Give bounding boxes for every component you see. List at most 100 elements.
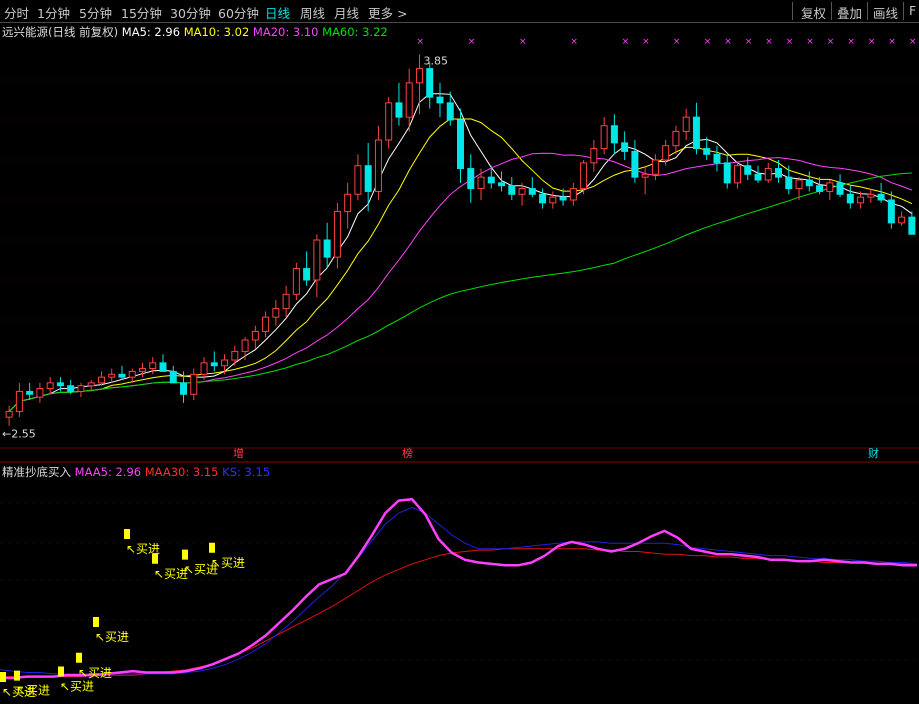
candle-body [723,162,731,184]
candle-body [282,293,290,310]
candle-body [816,185,824,192]
candle-body [415,68,423,84]
marker-glyph: × [909,37,917,47]
buy-signal-label: ↖买进 [78,666,112,680]
marker-glyph: × [724,37,732,47]
candle-body [221,359,229,367]
candle-body [200,362,208,375]
candle-body [149,362,157,370]
candle-body [764,168,772,181]
candle-body [621,142,629,152]
candle-body [580,162,588,190]
candle-body [775,168,783,178]
kline-chart[interactable]: × × × × × × × × × × × × × × × × × × 3.85 ←2.55 增榜财 ↖买进↖买进… [0,0,919,704]
event-marker: 财 [868,446,879,460]
marker-glyph: × [868,37,876,47]
candle-body [559,196,567,201]
price-labels: 3.85 ←2.55 [2,54,448,440]
candle-body [272,308,280,318]
top-markers: × × × × × × × × × × × × × × × × × × [416,37,916,47]
candle-body [826,182,834,192]
candle-body [703,148,711,155]
candle-body [128,370,136,378]
candle-body [508,185,516,195]
candle-body [374,139,382,192]
candle-body [344,193,352,212]
candle-body [436,96,444,104]
candle-body [857,196,865,204]
candle-body [46,382,54,390]
candle-body [354,165,362,195]
candle-body [159,362,167,372]
marker-glyph: × [806,37,814,47]
marker-glyph: × [570,37,578,47]
candle-body [498,182,506,187]
marker-glyph: × [468,37,476,47]
candle-body [118,373,126,378]
marker-glyph: × [847,37,855,47]
candle-body [190,373,198,395]
marker-glyph: × [786,37,794,47]
marker-glyph: × [642,37,650,47]
candle-body [67,385,75,392]
candle-body [846,193,854,204]
candle-body [877,193,885,201]
candle-body [210,362,218,367]
marker-glyph: × [416,37,424,47]
candle-body [528,188,536,195]
candle-body [5,410,13,418]
buy-signal-bar [0,672,6,682]
candle-body [457,119,464,170]
buy-signal-bar [182,549,188,560]
candle-body [87,382,95,387]
candle-body [477,176,485,190]
candle-body [97,376,105,384]
candle-body [364,165,372,192]
candle-body [682,116,690,132]
marker-glyph: × [704,37,712,47]
candle-body [108,373,116,378]
candle-body [733,165,741,184]
candle-body [251,330,259,341]
candle-body [487,176,495,184]
candle-body [385,102,393,141]
candle-body [169,370,177,384]
candle-body [867,193,875,198]
candle-body [426,68,434,98]
maa5-line [0,497,917,680]
buy-signal-bar [152,553,158,564]
candle-body [467,168,475,190]
candle-body [805,179,813,187]
ks-line [0,506,918,675]
candle-body [36,388,44,398]
candle-body [395,102,403,118]
candle-body [836,182,844,195]
candle-body [887,199,895,224]
candle-body [518,188,526,195]
buy-signal-bar [58,666,64,677]
marker-glyph: × [519,37,527,47]
candle-body [713,153,721,164]
buy-signal-label: ↖买进 [16,684,50,698]
buy-signal-bar [93,617,99,627]
candle-body [795,179,803,190]
high-price-label: 3.85 [423,54,448,67]
marker-glyph: × [765,37,773,47]
candle-body [744,165,752,175]
marker-glyph: × [745,37,753,47]
candle-body [15,390,23,412]
candle-body [241,339,249,352]
candle-body [231,350,239,361]
candle-body [600,125,608,150]
candle-body [672,130,680,147]
marker-glyph: × [673,37,681,47]
maa30-line [0,548,917,678]
candle-body [138,368,146,372]
buy-signal-bar [209,542,215,553]
low-price-label: ←2.55 [2,428,36,441]
buy-signal-bar [76,652,82,663]
buy-signal-bar [124,529,130,539]
candle-body [898,216,906,224]
candle-body [590,148,598,164]
candle-body [323,239,331,258]
